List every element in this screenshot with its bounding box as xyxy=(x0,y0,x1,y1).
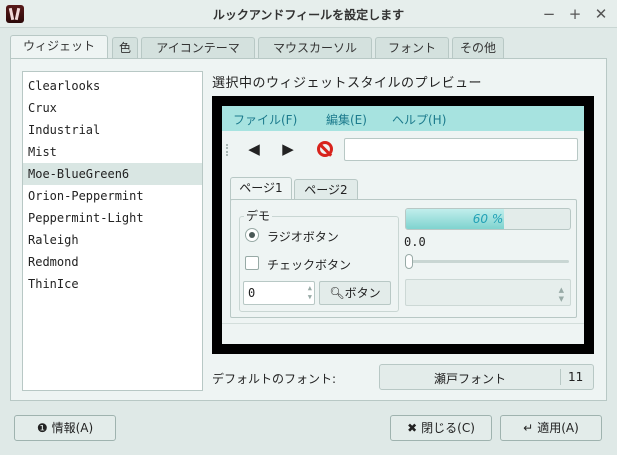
default-font-label: デフォルトのフォント: xyxy=(212,372,337,386)
menu-edit[interactable]: 編集(E) xyxy=(326,111,367,128)
preview-heading: 選択中のウィジェットスタイルのプレビュー xyxy=(212,76,483,91)
search-icon: 🔍︎ xyxy=(329,286,345,300)
radio-label: ラジオボタン xyxy=(267,230,339,244)
preview-tab-panel: デモ ラジオボタン チェックボタン 0 ▲ ▼ 🔍︎ボタン 60 % 0.0 ▲ ▼ xyxy=(230,199,577,318)
apply-button-label: 適用(A) xyxy=(537,421,579,435)
font-chooser-button[interactable]: 瀬戸フォント 11 xyxy=(379,364,594,390)
tab-icon-theme[interactable]: アイコンテーマ xyxy=(141,37,255,59)
list-item[interactable]: Crux xyxy=(23,97,202,119)
slider-knob[interactable] xyxy=(405,254,413,269)
tab-mouse-cursor[interactable]: マウスカーソル xyxy=(258,37,372,59)
info-button[interactable]: ❶ 情報(A) xyxy=(14,415,116,441)
apply-button[interactable]: ↵ 適用(A) xyxy=(500,415,602,441)
tab-widget[interactable]: ウィジェット xyxy=(10,35,108,60)
preview-statusbar xyxy=(222,323,584,344)
window-title: ルックアンドフィールを設定します xyxy=(212,8,405,22)
tab-color[interactable]: 色 xyxy=(112,37,138,59)
list-item[interactable]: Clearlooks xyxy=(23,75,202,97)
theme-list[interactable]: Clearlooks Crux Industrial Mist Moe-Blue… xyxy=(22,71,203,391)
progress-text: 60 % xyxy=(472,212,504,226)
close-button-label: 閉じる(C) xyxy=(421,421,475,435)
checkbox-label: チェックボタン xyxy=(267,258,352,272)
tab-font[interactable]: フォント xyxy=(375,37,449,59)
list-item[interactable]: Orion-Peppermint xyxy=(23,185,202,207)
disabled-spin-input: ▲ ▼ xyxy=(405,279,571,306)
list-item[interactable]: Mist xyxy=(23,141,202,163)
spin-arrows-icon[interactable]: ▲ ▼ xyxy=(308,284,312,302)
toolbar-grip[interactable] xyxy=(226,144,229,156)
close-window-button[interactable]: ✕ xyxy=(592,5,610,23)
radio-button[interactable] xyxy=(245,228,259,242)
font-separator xyxy=(560,369,561,385)
list-item[interactable]: Industrial xyxy=(23,119,202,141)
font-size: 11 xyxy=(568,370,584,384)
tab-other[interactable]: その他 xyxy=(452,37,504,59)
preview-toolbar: ◀ ▶ xyxy=(222,132,584,166)
back-arrow-icon[interactable]: ◀ xyxy=(244,140,264,158)
info-button-label: 情報(A) xyxy=(51,421,94,435)
checkbox[interactable] xyxy=(245,256,259,270)
list-item[interactable]: Peppermint-Light xyxy=(23,207,202,229)
menu-help[interactable]: ヘルプ(H) xyxy=(392,111,446,128)
close-icon: ✖ xyxy=(407,421,418,435)
widget-preview: ファイル(F) 編集(E) ヘルプ(H) ◀ ▶ ページ1 ページ2 デモ ラジ… xyxy=(222,106,584,344)
font-name: 瀬戸フォント xyxy=(433,372,506,386)
title-bar: ルックアンドフィールを設定します − + ✕ xyxy=(0,0,617,28)
maximize-button[interactable]: + xyxy=(566,5,584,23)
stop-icon[interactable] xyxy=(317,141,333,157)
apply-icon: ↵ xyxy=(523,421,534,435)
search-button-label: ボタン xyxy=(344,286,381,300)
list-item-selected[interactable]: Moe-BlueGreen6 xyxy=(23,163,202,185)
search-button[interactable]: 🔍︎ボタン xyxy=(319,281,391,305)
forward-arrow-icon[interactable]: ▶ xyxy=(278,140,298,158)
preview-entry[interactable] xyxy=(344,138,578,161)
disabled-spin-arrows-icon: ▲ ▼ xyxy=(558,286,564,303)
tab-page1[interactable]: ページ1 xyxy=(230,177,292,200)
close-button[interactable]: ✖ 閉じる(C) xyxy=(390,415,492,441)
menu-file[interactable]: ファイル(F) xyxy=(233,111,297,128)
slider-track[interactable] xyxy=(407,260,569,263)
list-item[interactable]: Raleigh xyxy=(23,229,202,251)
spin-input[interactable]: 0 ▲ ▼ xyxy=(243,281,315,305)
progress-bar: 60 % xyxy=(405,208,571,230)
info-icon: ❶ xyxy=(36,421,48,435)
preview-menubar: ファイル(F) 編集(E) ヘルプ(H) xyxy=(222,106,584,131)
slider-value: 0.0 xyxy=(404,235,426,249)
spin-value: 0 xyxy=(248,286,256,300)
demo-frame-title: デモ xyxy=(244,207,273,224)
list-item[interactable]: Redmond xyxy=(23,251,202,273)
minimize-button[interactable]: − xyxy=(540,5,558,23)
list-item[interactable]: ThinIce xyxy=(23,273,202,295)
